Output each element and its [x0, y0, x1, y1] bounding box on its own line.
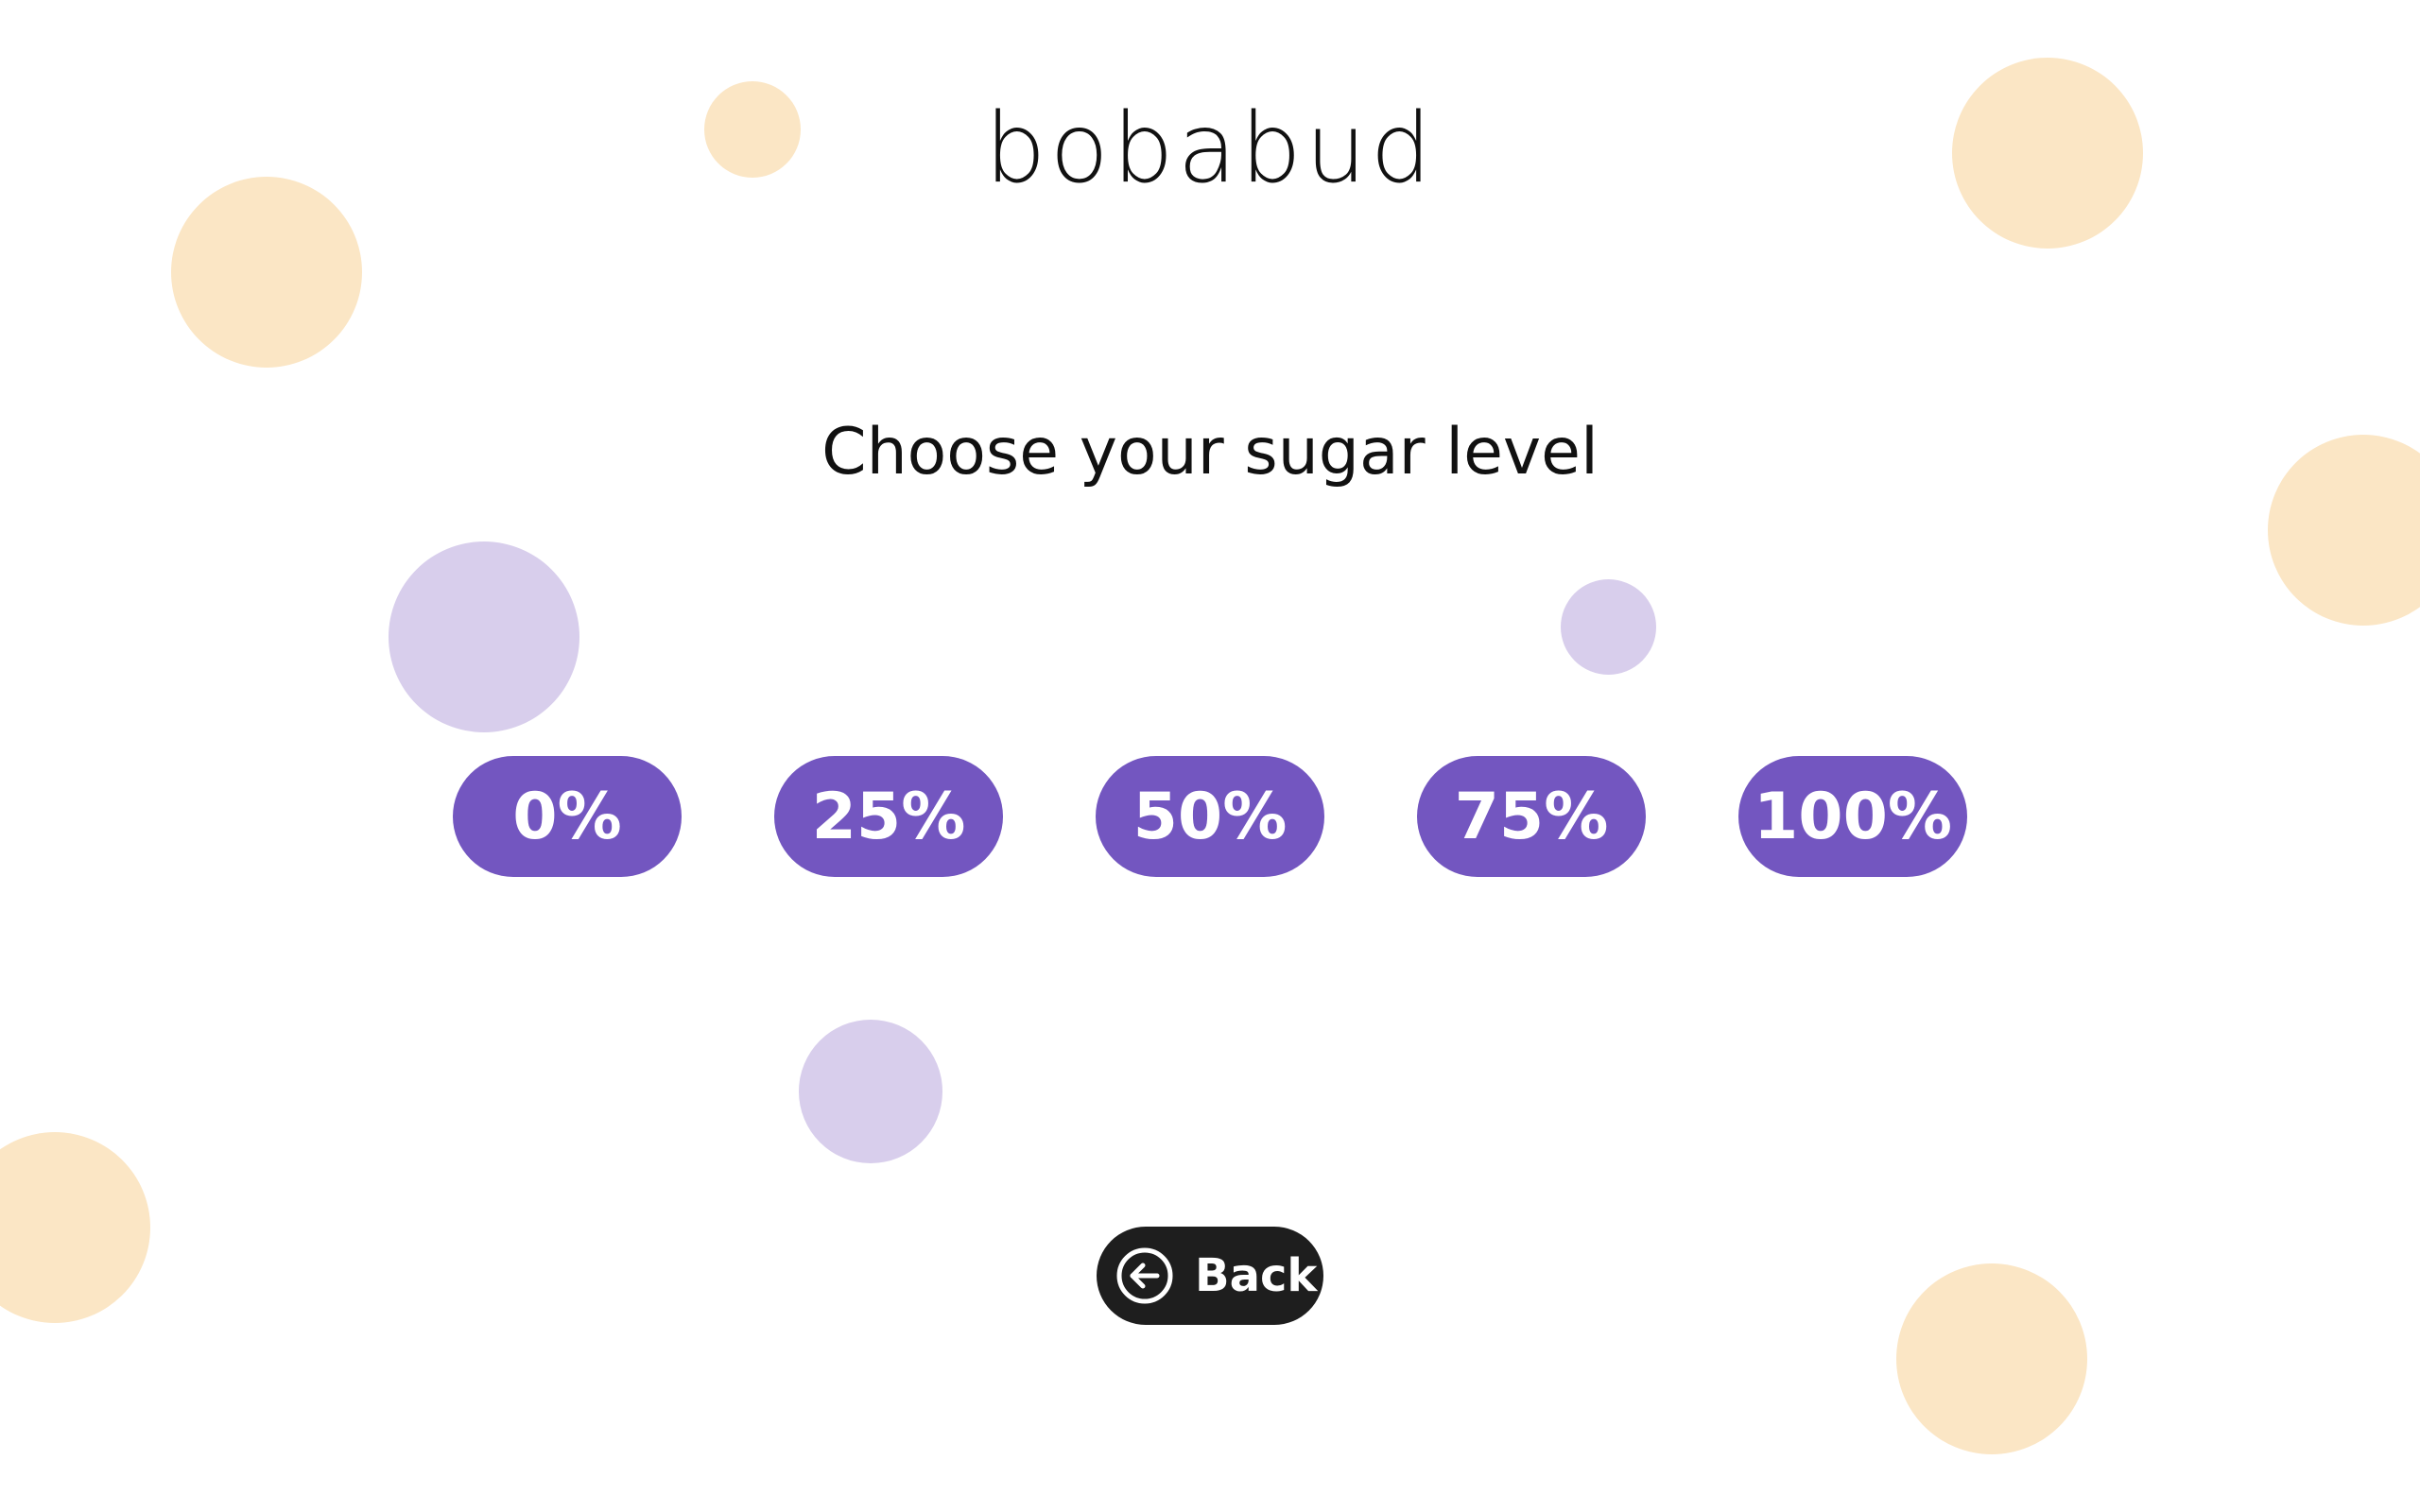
sugar-option-0-button[interactable]: 0% [453, 756, 682, 877]
decorative-bubble [389, 541, 579, 732]
decorative-bubble [0, 1132, 150, 1323]
back-button[interactable]: Back [1097, 1227, 1323, 1325]
kiosk-screen: bobabud Choose your sugar level 0% 25% 5… [0, 0, 2420, 1512]
decorative-bubble [1896, 1263, 2087, 1454]
sugar-option-75-button[interactable]: 75% [1417, 756, 1646, 877]
brand-logo: bobabud [984, 93, 1436, 205]
sugar-level-options: 0% 25% 50% 75% 100% [453, 756, 1967, 877]
page-title: Choose your sugar level [821, 415, 1599, 490]
sugar-option-100-button[interactable]: 100% [1738, 756, 1967, 877]
sugar-option-25-button[interactable]: 25% [774, 756, 1003, 877]
decorative-bubble [1561, 579, 1656, 675]
decorative-bubble [799, 1020, 942, 1163]
arrow-left-circle-icon [1115, 1246, 1174, 1305]
back-button-label: Back [1195, 1249, 1318, 1302]
sugar-option-50-button[interactable]: 50% [1096, 756, 1324, 877]
